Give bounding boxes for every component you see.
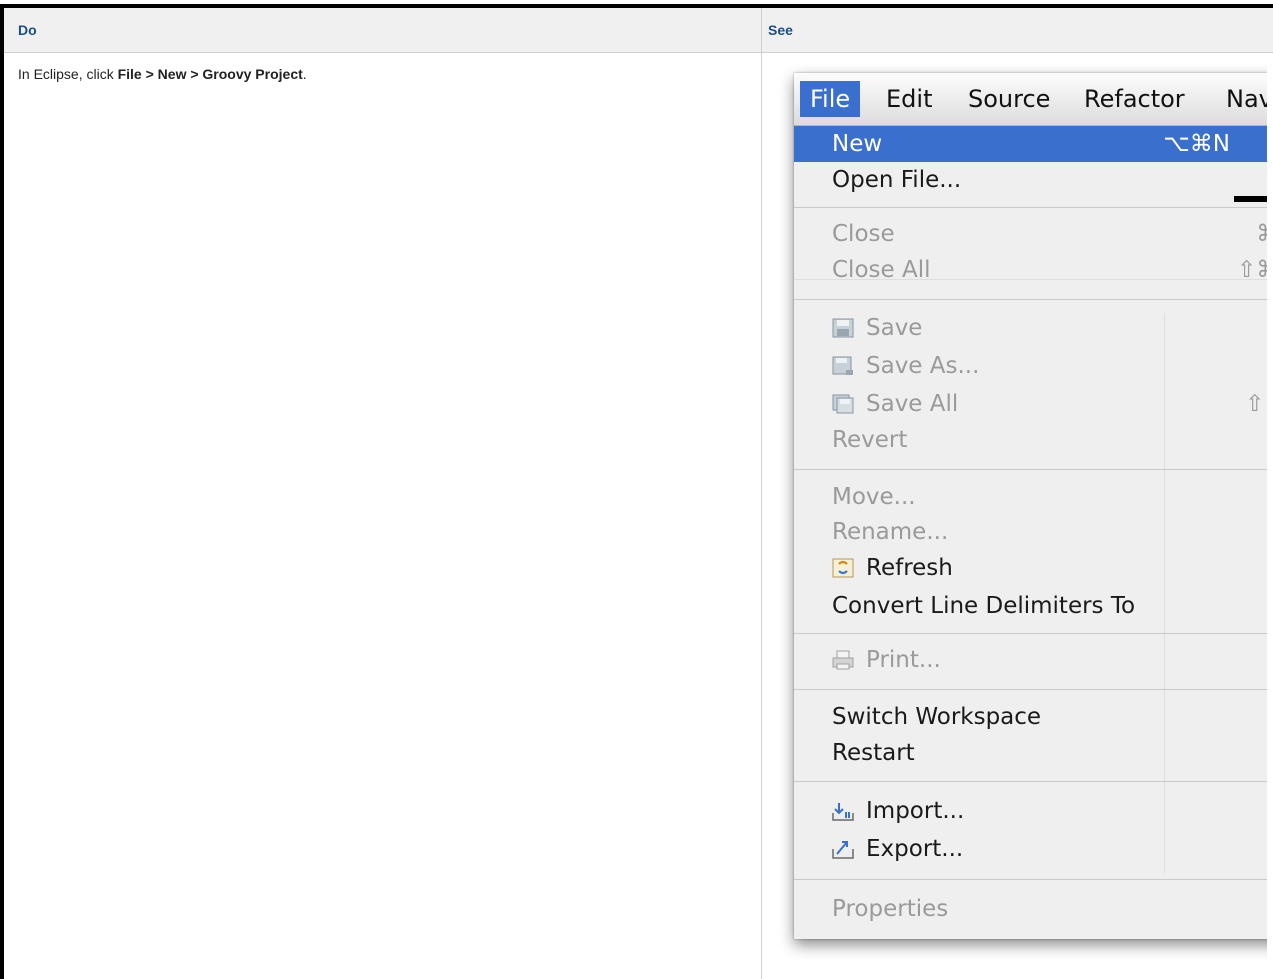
export-icon: [832, 841, 854, 859]
table-header-row: Do See: [4, 8, 1273, 53]
instruction-prefix: In Eclipse, click: [18, 66, 118, 82]
menu-separator: [794, 879, 1267, 880]
menubar-edit[interactable]: Edit: [876, 81, 942, 117]
menubar-refactor[interactable]: Refactor: [1074, 81, 1195, 117]
menu-item-label: Save All: [866, 391, 959, 417]
header-see: See: [761, 8, 1273, 52]
menu-item-shortcut: ⌘W: [1256, 216, 1267, 252]
menu-separator: [794, 689, 1267, 690]
save-all-icon: [832, 394, 854, 414]
menu-item-label: Restart: [832, 740, 915, 766]
menu-item-restart[interactable]: Restart: [794, 735, 1267, 771]
import-icon: [832, 803, 854, 821]
menu-separator: [794, 469, 1267, 470]
menu-item-close[interactable]: Close ⌘W: [794, 216, 1267, 252]
menu-item-shortcut: ⇧⌘W: [1236, 257, 1267, 283]
menu-item-open-file[interactable]: Open File...: [794, 162, 1267, 198]
menu-item-label: New: [832, 131, 883, 157]
refresh-icon: [832, 558, 854, 578]
menu-item-close-all[interactable]: Close All ⇧⌘W: [794, 252, 1267, 288]
menu-item-refresh[interactable]: Refresh F: [794, 550, 1267, 586]
menu-item-label: Close: [832, 221, 895, 247]
menu-item-convert-line-delimiters[interactable]: Convert Line Delimiters To: [794, 588, 1267, 624]
save-icon: [832, 318, 854, 338]
menu-item-shortcut: ⌥+: [1266, 891, 1267, 927]
instruction-menu-path: File > New > Groovy Project: [117, 66, 303, 82]
menubar-navigate[interactable]: Nav: [1216, 81, 1267, 117]
menu-separator: [794, 633, 1267, 634]
menubar-file[interactable]: File: [800, 81, 861, 117]
menu-item-save-as[interactable]: Save As...: [794, 348, 1267, 384]
instruction-suffix: .: [302, 66, 307, 82]
menu-item-shortcut: ⌘S: [1264, 310, 1267, 346]
menu-item-label: Switch Workspace: [832, 704, 1042, 730]
menu-item-print[interactable]: Print... ⌘P: [794, 642, 1267, 678]
menu-item-label: Save: [866, 315, 923, 341]
menu-item-label: Properties: [832, 896, 949, 922]
file-menu-dropdown: File Edit Source Refactor Nav New ⌥⌘N Op…: [794, 73, 1267, 939]
instruction-text: In Eclipse, click File > New > Groovy Pr…: [18, 66, 307, 82]
menu-item-shortcut: ⇧⌘S: [1245, 391, 1267, 417]
menu-item-label: Import...: [866, 798, 965, 824]
menu-item-import[interactable]: Import...: [794, 793, 1267, 829]
menu-item-label: Close All: [832, 257, 931, 283]
screenshot-image: File Edit Source Refactor Nav New ⌥⌘N Op…: [762, 53, 1267, 979]
page: Do See In Eclipse, click File > New > Gr…: [0, 0, 1273, 979]
menu-item-save-all[interactable]: Save All ⇧⌘S: [794, 386, 1267, 422]
menu-item-label: Convert Line Delimiters To: [832, 593, 1136, 619]
menu-separator: [794, 299, 1267, 300]
menu-separator: [794, 207, 1267, 208]
menu-item-label: Print...: [866, 647, 941, 673]
menu-item-label: Save As...: [866, 353, 980, 379]
save-as-icon: [832, 356, 853, 375]
menu-item-revert[interactable]: Revert: [794, 422, 1267, 458]
menu-item-switch-workspace[interactable]: Switch Workspace: [794, 699, 1267, 735]
menu-item-shortcut: ⌥⌘N: [1163, 131, 1230, 157]
menu-item-shortcut: ⌘P: [1265, 642, 1267, 678]
menu-item-label: Export...: [866, 836, 964, 862]
menu-separator: [794, 781, 1267, 782]
menu-item-export[interactable]: Export...: [794, 831, 1267, 867]
menu-item-label: Revert: [832, 427, 908, 453]
print-icon: [832, 650, 854, 670]
menu-item-move[interactable]: Move...: [794, 479, 1267, 515]
menu-item-label: Move...: [832, 484, 916, 510]
menu-item-label: Refresh: [866, 555, 953, 581]
menu-item-label: Rename...: [832, 519, 949, 545]
menu-item-rename[interactable]: Rename... F: [794, 514, 1267, 550]
header-do: Do: [18, 22, 37, 38]
menu-item-label: Open File...: [832, 167, 962, 193]
pointer-arrow-icon: [1234, 196, 1267, 202]
menubar-source[interactable]: Source: [958, 81, 1060, 117]
menu-item-save[interactable]: Save ⌘S: [794, 310, 1267, 346]
menu-item-new[interactable]: New ⌥⌘N: [794, 126, 1267, 162]
menubar: File Edit Source Refactor Nav: [794, 73, 1267, 126]
menu-item-properties[interactable]: Properties ⌥+: [794, 891, 1267, 927]
